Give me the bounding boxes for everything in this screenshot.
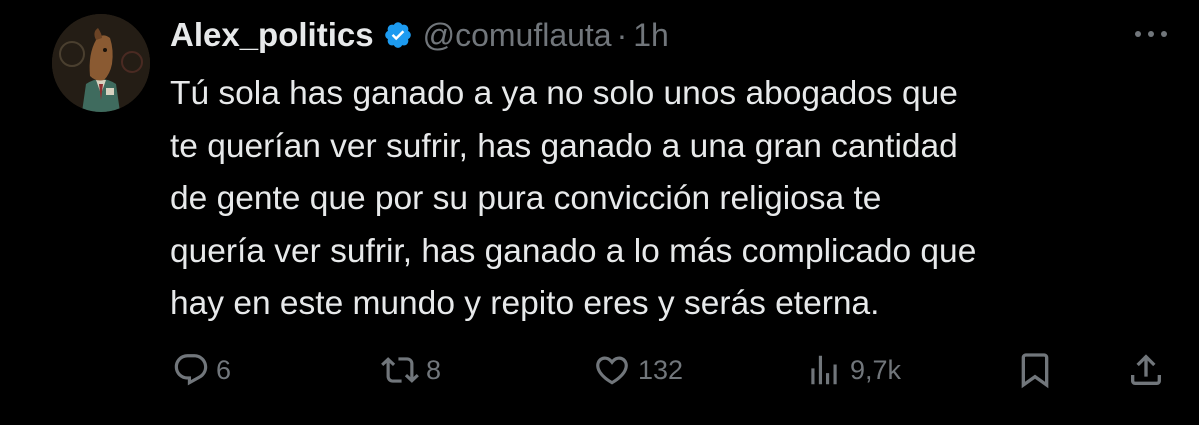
avatar[interactable] [52,14,150,112]
verified-badge-icon[interactable] [383,20,413,50]
tweet-text-line: te querían ver sufrir, has ganado a una … [170,127,958,165]
tweet-header: Alex_politics @comuflauta · 1h [170,14,669,56]
reply-count: 6 [216,354,232,385]
tweet-text: Tú sola has ganado a ya no solo unos abo… [170,68,1160,331]
tweet-text-line: de gente que por su pura convicción reli… [170,180,882,217]
separator-dot: · [616,16,628,53]
like-count: 132 [638,354,684,385]
reply-icon [174,354,208,386]
share-icon [1131,354,1161,385]
display-name[interactable]: Alex_politics [170,16,374,54]
bookmark-button[interactable] [1015,348,1055,392]
tweet[interactable]: Alex_politics @comuflauta · 1h Tú sola h… [0,0,1199,425]
like-button[interactable]: 132 [592,348,683,392]
retweet-count: 8 [426,354,442,385]
views-icon [811,355,837,385]
user-handle[interactable]: @comuflauta [423,17,612,54]
timestamp[interactable]: 1h [633,17,669,54]
reply-button[interactable]: 6 [172,348,231,392]
share-button[interactable] [1126,348,1166,392]
tweet-text-line: hay en este mundo y repito eres y serás … [170,285,880,322]
retweet-button[interactable]: 8 [380,348,441,392]
views-button[interactable]: 9,7k [804,348,901,392]
views-count: 9,7k [850,354,902,385]
retweet-icon [381,357,419,383]
bookmark-icon [1021,353,1049,389]
like-icon [596,356,628,385]
tweet-text-line: quería ver sufrir, has ganado a lo más c… [170,232,977,270]
avatar-image [52,14,150,112]
more-icon[interactable] [1130,22,1172,46]
tweet-text-line: Tú sola has ganado a ya no solo unos abo… [170,75,958,112]
